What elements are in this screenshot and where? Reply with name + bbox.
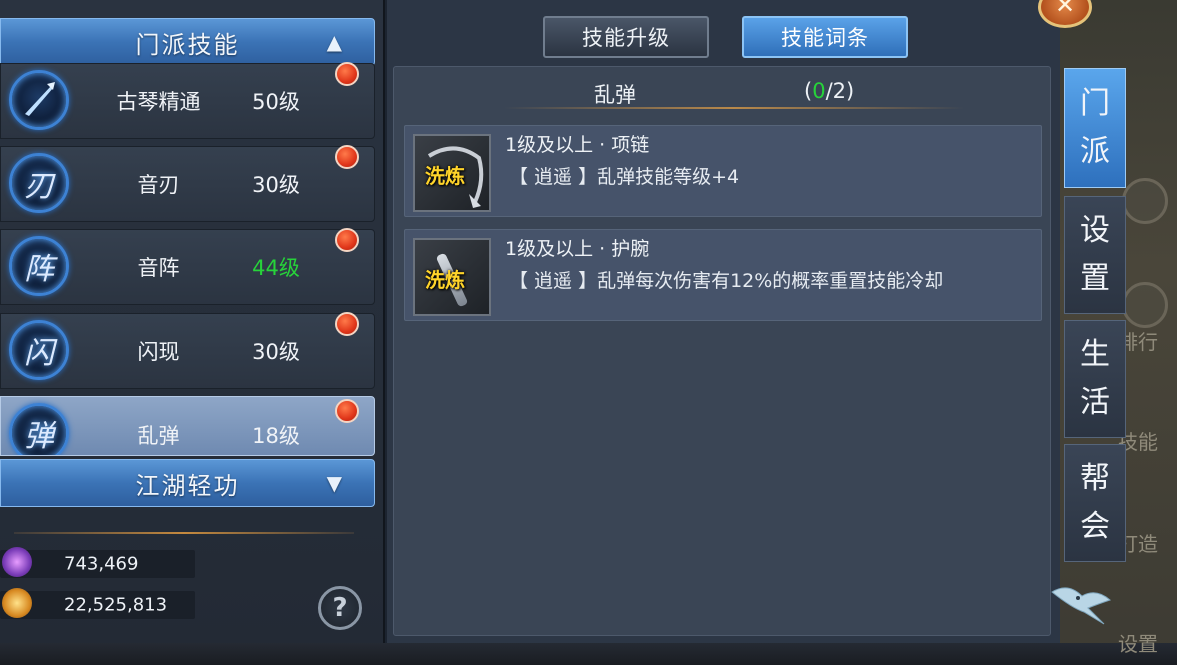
skill-level: 30级 [252, 340, 300, 364]
affix-effect: 【 逍遥 】乱弹每次伤害有12%的概率重置技能冷却 [509, 270, 944, 292]
notification-dot [335, 62, 359, 86]
affix-card-necklace[interactable]: 洗炼 1级及以上 · 项链 【 逍遥 】乱弹技能等级+4 [404, 125, 1042, 217]
side-tab-life[interactable]: 生 活 [1064, 320, 1126, 438]
gold-amount: 22,525,813 [64, 594, 168, 616]
bullet-skill-icon: 弹 [9, 403, 69, 455]
currency-gold-row: 22,525,813 [0, 588, 195, 619]
bird-ornament-icon [1051, 587, 1111, 625]
crystal-amount: 743,469 [64, 553, 139, 575]
skill-level: 50级 [252, 90, 300, 114]
skill-name: 闪现 [137, 340, 180, 364]
side-tab-char: 活 [1080, 385, 1110, 420]
bracer-icon: 洗炼 [413, 238, 491, 316]
skill-name: 古琴精通 [116, 90, 201, 114]
affix-header: 乱弹 (0/2) [394, 79, 1052, 109]
notification-dot [335, 399, 359, 423]
faded-rank-icon [1122, 282, 1168, 328]
tab-skill-affix[interactable]: 技能词条 [742, 16, 908, 58]
blade-skill-icon: 刃 [9, 153, 69, 213]
affix-count: (0/2) [804, 79, 855, 103]
skill-list-panel: 门派技能 ▲ 古琴精通 50级 刃 音刃 30级 阵 音阵 44级 闪 闪现 3… [0, 0, 385, 643]
crystal-icon [2, 547, 32, 577]
refine-tag: 洗炼 [425, 164, 465, 188]
help-button[interactable]: ? [318, 586, 362, 630]
skill-name: 音阵 [137, 256, 180, 280]
flash-skill-icon: 闪 [9, 320, 69, 380]
bottom-frame [0, 643, 1177, 665]
affix-effect: 【 逍遥 】乱弹技能等级+4 [509, 166, 740, 188]
skill-level: 30级 [252, 173, 300, 197]
close-icon: ✕ [1054, 0, 1076, 19]
skill-detail-panel: 技能升级 技能词条 乱弹 (0/2) 洗炼 1级及以上 · 项链 【 逍遥 】乱… [387, 0, 1060, 643]
skill-row-yinren[interactable]: 刃 音刃 30级 [0, 145, 375, 222]
jianghu-qinggong-header[interactable]: 江湖轻功 ▼ [0, 459, 375, 507]
necklace-icon: 洗炼 [413, 134, 491, 212]
skill-name: 乱弹 [137, 424, 180, 448]
skill-level: 44级 [252, 256, 300, 280]
affix-count-current: 0 [812, 79, 826, 103]
side-tab-char: 会 [1080, 509, 1110, 544]
side-tab-guild[interactable]: 帮 会 [1064, 444, 1126, 562]
side-tab-sect[interactable]: 门 派 [1064, 68, 1126, 188]
affix-requirement: 1级及以上 · 项链 [505, 134, 650, 156]
currency-crystal-row: 743,469 [0, 547, 195, 578]
skill-row-guqin[interactable]: 古琴精通 50级 [0, 62, 375, 139]
side-tab-char: 门 [1080, 86, 1110, 121]
bg-settings-label: 设置 [1118, 632, 1158, 656]
faded-close-icon [1122, 178, 1168, 224]
affix-content: 乱弹 (0/2) 洗炼 1级及以上 · 项链 【 逍遥 】乱弹技能等级+4 洗炼… [393, 66, 1051, 636]
side-tab-char: 设 [1080, 213, 1110, 248]
notification-dot [335, 312, 359, 336]
skill-name: 音刃 [137, 173, 180, 197]
header-divider [504, 107, 964, 109]
affix-card-bracer[interactable]: 洗炼 1级及以上 · 护腕 【 逍遥 】乱弹每次伤害有12%的概率重置技能冷却 [404, 229, 1042, 321]
sect-skills-header[interactable]: 门派技能 ▲ [0, 18, 375, 66]
side-tab-char: 生 [1080, 337, 1110, 372]
side-tab-settings[interactable]: 设 置 [1064, 196, 1126, 314]
affix-requirement: 1级及以上 · 护腕 [505, 238, 650, 260]
skill-level: 18级 [252, 424, 300, 448]
side-tab-char: 置 [1080, 261, 1110, 296]
tab-skill-upgrade[interactable]: 技能升级 [543, 16, 709, 58]
chevron-up-icon: ▲ [326, 30, 344, 54]
skill-row-shanxian[interactable]: 闪 闪现 30级 [0, 312, 375, 389]
side-tab-char: 帮 [1080, 461, 1110, 496]
notification-dot [335, 228, 359, 252]
formation-skill-icon: 阵 [9, 236, 69, 296]
refine-tag: 洗炼 [425, 268, 465, 292]
divider [14, 532, 354, 534]
gold-ingot-icon [2, 588, 32, 618]
spear-skill-icon [9, 70, 69, 130]
skill-row-luandan[interactable]: 弹 乱弹 18级 [0, 396, 375, 456]
qinggong-title: 江湖轻功 [135, 471, 240, 500]
skill-row-yinzhen[interactable]: 阵 音阵 44级 [0, 228, 375, 305]
sect-skills-title: 门派技能 [135, 30, 240, 59]
chevron-down-icon: ▼ [326, 471, 344, 495]
notification-dot [335, 145, 359, 169]
side-tab-char: 派 [1080, 134, 1110, 169]
affix-skill-title: 乱弹 [594, 83, 636, 107]
